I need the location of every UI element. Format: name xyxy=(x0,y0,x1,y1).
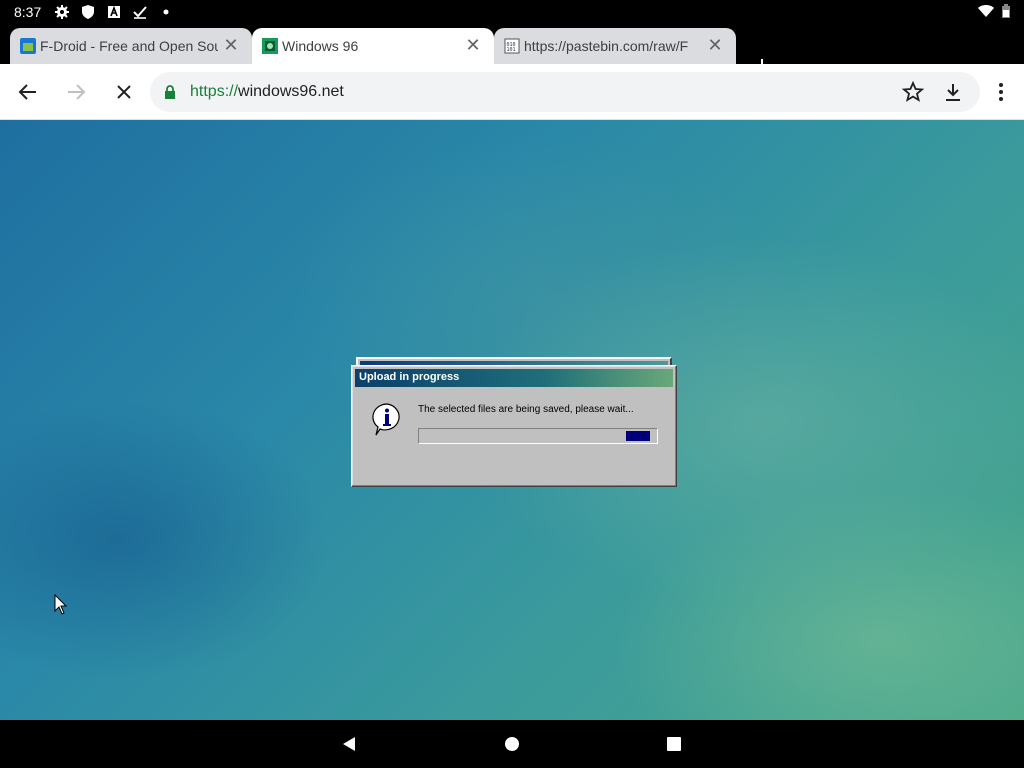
tab-pastebin[interactable]: 010 101 https://pastebin.com/raw/F ✕ xyxy=(494,28,736,64)
address-bar[interactable]: https://windows96.net xyxy=(150,72,980,112)
windows96-favicon xyxy=(262,38,278,54)
status-icons xyxy=(54,4,174,20)
web-content-desktop[interactable]: Upload in progress The selected files ar… xyxy=(0,120,1024,720)
star-icon xyxy=(901,80,925,102)
progress-bar xyxy=(418,428,658,444)
progress-fill xyxy=(626,431,650,441)
close-icon xyxy=(117,85,131,99)
status-right-icons xyxy=(978,4,1010,23)
tab-title: https://pastebin.com/raw/F xyxy=(524,38,689,54)
close-icon[interactable]: ✕ xyxy=(706,36,724,54)
download-button[interactable] xyxy=(941,80,965,104)
a-icon xyxy=(106,4,122,20)
upload-dialog[interactable]: Upload in progress The selected files ar… xyxy=(351,365,677,487)
url-text: https://windows96.net xyxy=(190,83,344,101)
dialog-titlebar[interactable]: Upload in progress xyxy=(355,369,673,387)
info-icon xyxy=(370,402,404,436)
menu-button[interactable] xyxy=(989,80,1013,104)
battery-icon xyxy=(1002,4,1010,23)
dialog-title: Upload in progress xyxy=(359,371,460,383)
check-icon xyxy=(132,4,148,20)
pastebin-favicon: 010 101 xyxy=(504,38,520,54)
tab-strip: F-Droid - Free and Open Sour ✕ Windows 9… xyxy=(0,24,1024,73)
stop-loading-button[interactable] xyxy=(112,80,136,104)
settings-icon xyxy=(54,4,70,20)
nav-recents-button[interactable] xyxy=(664,734,684,754)
nav-back-button[interactable] xyxy=(340,734,360,754)
tab-windows96[interactable]: Windows 96 ✕ xyxy=(252,28,494,64)
arrow-left-icon xyxy=(18,84,36,100)
tab-fdroid[interactable]: F-Droid - Free and Open Sour ✕ xyxy=(10,28,252,64)
status-bar: 8:37 xyxy=(0,0,1024,24)
url-scheme: https:// xyxy=(190,83,239,100)
wifi-icon xyxy=(978,4,994,23)
url-host: windows96.net xyxy=(238,83,344,100)
more-vert-icon xyxy=(999,83,1003,101)
lock-icon xyxy=(164,85,176,99)
android-nav-bar xyxy=(0,720,1024,768)
square-recents-icon xyxy=(667,737,681,751)
bookmark-star-button[interactable] xyxy=(901,80,925,104)
close-icon[interactable]: ✕ xyxy=(464,36,482,54)
status-time: 8:37 xyxy=(14,4,42,20)
back-button[interactable] xyxy=(16,80,40,104)
tab-title: Windows 96 xyxy=(282,38,359,54)
browser-toolbar: https://windows96.net xyxy=(0,64,1024,120)
tab-title: F-Droid - Free and Open Sour xyxy=(40,38,218,54)
dialog-message: The selected files are being saved, plea… xyxy=(418,404,634,415)
dot-icon xyxy=(158,4,174,20)
mouse-cursor-icon xyxy=(54,593,68,616)
close-icon[interactable]: ✕ xyxy=(222,36,240,54)
nav-home-button[interactable] xyxy=(502,734,522,754)
shield-icon xyxy=(80,4,96,20)
triangle-back-icon xyxy=(343,737,355,751)
circle-home-icon xyxy=(505,737,519,751)
forward-button[interactable] xyxy=(64,80,88,104)
arrow-right-icon xyxy=(68,84,86,100)
download-icon xyxy=(946,84,960,101)
fdroid-favicon xyxy=(20,38,36,54)
svg-text:101: 101 xyxy=(507,47,516,53)
